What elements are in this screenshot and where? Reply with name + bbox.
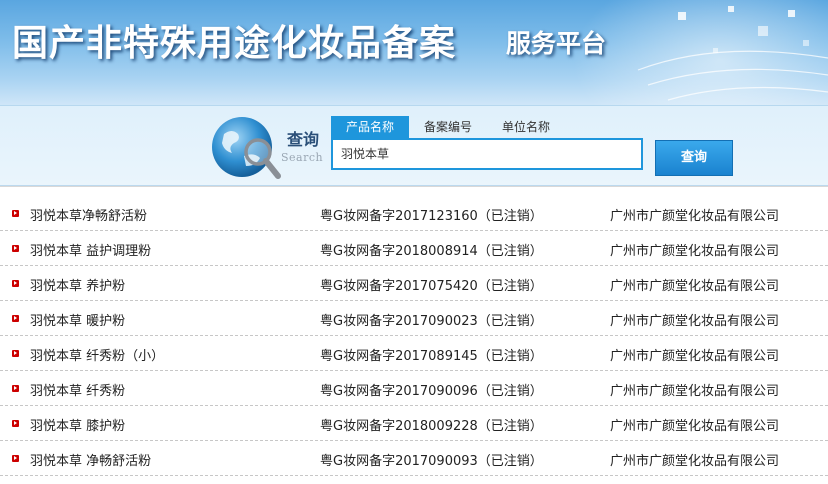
record-number: 粤G妆网备字2017075420（已注销）	[320, 279, 543, 294]
results-list: 羽悦本草净畅舒活粉 粤G妆网备字2017123160（已注销） 广州市广颜堂化妆…	[0, 196, 828, 476]
search-input[interactable]: 羽悦本草	[331, 138, 643, 170]
company-name: 广州市广颜堂化妆品有限公司	[610, 209, 780, 224]
list-item: 羽悦本草 纤秀粉（小） 粤G妆网备字2017089145（已注销） 广州市广颜堂…	[0, 336, 828, 371]
record-number: 粤G妆网备字2018008914（已注销）	[320, 244, 543, 259]
product-name-link[interactable]: 羽悦本草 养护粉	[30, 275, 125, 294]
product-name-link[interactable]: 羽悦本草 纤秀粉（小）	[30, 345, 164, 364]
record-number: 粤G妆网备字2017123160（已注销）	[320, 209, 543, 224]
list-item: 羽悦本草 净畅舒活粉 粤G妆网备字2017090093（已注销） 广州市广颜堂化…	[0, 441, 828, 476]
bullet-arrow-icon	[12, 350, 19, 357]
record-number: 粤G妆网备字2017089145（已注销）	[320, 349, 543, 364]
bullet-arrow-icon	[12, 280, 19, 287]
bullet-arrow-icon	[12, 455, 19, 462]
bullet-arrow-icon	[12, 210, 19, 217]
results-top-border	[0, 186, 828, 187]
record-number: 粤G妆网备字2017090023（已注销）	[320, 314, 543, 329]
search-label-en: Search	[281, 151, 324, 164]
product-name-link[interactable]: 羽悦本草 膝护粉	[30, 415, 125, 434]
tab-company-name[interactable]: 单位名称	[490, 116, 562, 138]
search-panel: 查询 Search 产品名称 备案编号 单位名称 羽悦本草 查询	[0, 105, 828, 186]
company-name: 广州市广颜堂化妆品有限公司	[610, 279, 780, 294]
site-subtitle: 服务平台	[506, 29, 607, 58]
globe-search-icon	[212, 117, 281, 179]
product-name-link[interactable]: 羽悦本草 益护调理粉	[30, 240, 151, 259]
list-item: 羽悦本草 膝护粉 粤G妆网备字2018009228（已注销） 广州市广颜堂化妆品…	[0, 406, 828, 441]
tab-record-number[interactable]: 备案编号	[412, 116, 484, 138]
company-name: 广州市广颜堂化妆品有限公司	[610, 314, 780, 329]
company-name: 广州市广颜堂化妆品有限公司	[610, 384, 780, 399]
product-name-link[interactable]: 羽悦本草 纤秀粉	[30, 380, 125, 399]
bullet-arrow-icon	[12, 385, 19, 392]
company-name: 广州市广颜堂化妆品有限公司	[610, 349, 780, 364]
bullet-arrow-icon	[12, 420, 19, 427]
search-button[interactable]: 查询	[655, 140, 733, 176]
list-item: 羽悦本草 益护调理粉 粤G妆网备字2018008914（已注销） 广州市广颜堂化…	[0, 231, 828, 266]
product-name-link[interactable]: 羽悦本草净畅舒活粉	[30, 205, 147, 224]
site-title: 国产非特殊用途化妆品备案	[12, 22, 457, 64]
record-number: 粤G妆网备字2018009228（已注销）	[320, 419, 543, 434]
list-item: 羽悦本草净畅舒活粉 粤G妆网备字2017123160（已注销） 广州市广颜堂化妆…	[0, 196, 828, 231]
company-name: 广州市广颜堂化妆品有限公司	[610, 244, 780, 259]
list-item: 羽悦本草 纤秀粉 粤G妆网备字2017090096（已注销） 广州市广颜堂化妆品…	[0, 371, 828, 406]
company-name: 广州市广颜堂化妆品有限公司	[610, 454, 780, 469]
record-number: 粤G妆网备字2017090093（已注销）	[320, 454, 543, 469]
header-banner: 国产非特殊用途化妆品备案 服务平台	[0, 0, 828, 105]
product-name-link[interactable]: 羽悦本草 净畅舒活粉	[30, 450, 151, 469]
list-item: 羽悦本草 暖护粉 粤G妆网备字2017090023（已注销） 广州市广颜堂化妆品…	[0, 301, 828, 336]
search-label: 查询	[287, 130, 320, 149]
product-name-link[interactable]: 羽悦本草 暖护粉	[30, 310, 125, 329]
list-item: 羽悦本草 养护粉 粤G妆网备字2017075420（已注销） 广州市广颜堂化妆品…	[0, 266, 828, 301]
tab-product-name[interactable]: 产品名称	[331, 116, 409, 138]
bullet-arrow-icon	[12, 245, 19, 252]
company-name: 广州市广颜堂化妆品有限公司	[610, 419, 780, 434]
record-number: 粤G妆网备字2017090096（已注销）	[320, 384, 543, 399]
bullet-arrow-icon	[12, 315, 19, 322]
